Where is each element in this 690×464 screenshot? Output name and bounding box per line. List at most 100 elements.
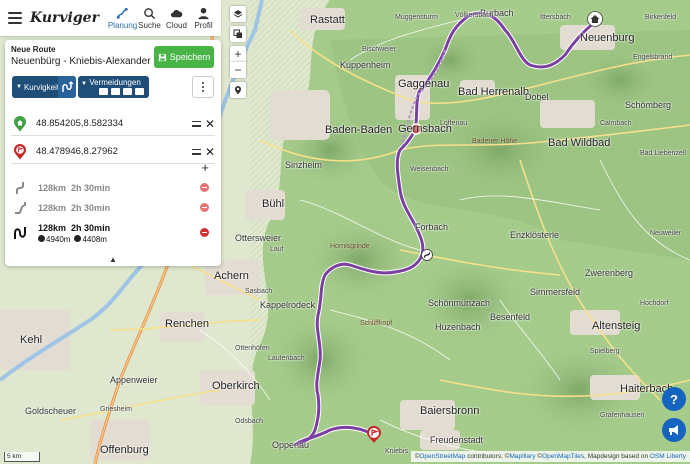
osm-liberty-link[interactable]: OSM Liberty [650, 453, 686, 460]
layers-icon [233, 10, 243, 18]
place-label: Simmersfeld [530, 287, 581, 297]
collapse-panel-chevron-up-icon[interactable]: ▲ [109, 255, 117, 264]
add-waypoint-button[interactable]: + [201, 160, 209, 175]
place-label: Lauf [270, 246, 284, 253]
place-label: Appenweier [110, 375, 158, 385]
map-controls: + − [230, 6, 246, 102]
place-label: Renchen [165, 318, 210, 330]
delete-route-icon[interactable] [200, 228, 209, 237]
place-label: Oppenau [272, 440, 310, 450]
route-distance: 128km [38, 222, 67, 233]
avoidances-dropdown[interactable]: ▼ Vermeidungen [78, 76, 149, 98]
curviness-dropdown[interactable]: ▼ Kurvigkeit [12, 76, 76, 98]
save-label: Speichern [169, 52, 211, 62]
nav-cloud[interactable]: Cloud [163, 7, 190, 30]
nav-label: Profil [194, 20, 213, 30]
curvy-segment-marker-icon[interactable] [421, 249, 433, 261]
search-icon [144, 7, 156, 19]
place-label: Loffenau [440, 120, 468, 127]
mapillary-link[interactable]: Mapillary [509, 453, 535, 460]
avoidances-label: Vermeidungen [89, 78, 141, 87]
remove-waypoint-icon[interactable]: ✕ [205, 118, 215, 130]
osm-link[interactable]: OpenStreetMap [419, 453, 465, 460]
copy-route-button[interactable] [230, 26, 246, 42]
curvy-road-icon [58, 76, 76, 98]
place-label: Rastatt [310, 14, 345, 26]
place-label: Oberkirch [212, 380, 260, 392]
caret-down-icon: ▼ [16, 84, 22, 90]
place-label: Hochdorf [640, 300, 669, 307]
place-label: Grafenhausen [600, 412, 645, 419]
place-label: Kniebis [385, 448, 408, 455]
place-label: Zwerenberg [585, 268, 634, 278]
route-name-input[interactable]: Neuenbürg - Kniebis-Alexanders... [11, 56, 151, 67]
route-distance: 128km [38, 183, 67, 193]
place-label: Engelsbrand [633, 54, 673, 61]
planning-icon [116, 7, 128, 19]
destination-flag-marker-icon[interactable] [366, 426, 382, 444]
place-label: Freudenstadt [430, 435, 484, 445]
route-alternative[interactable]: 128km 2h 30min [11, 198, 215, 218]
place-label: Kappelrodeck [260, 300, 316, 310]
place-label: Kehl [20, 334, 43, 346]
route-alternative-selected[interactable]: 128km 2h 30min 4940m 4408m [11, 218, 215, 248]
remove-waypoint-icon[interactable]: ✕ [205, 146, 215, 158]
place-label: Goldscheuer [25, 406, 77, 416]
profile-icon [198, 7, 209, 19]
locate-button[interactable] [230, 82, 246, 98]
drag-handle-icon[interactable] [192, 148, 201, 155]
place-label: Baiersbronn [420, 405, 480, 417]
curvy-route-icon [14, 227, 26, 239]
start-home-marker-icon[interactable] [587, 11, 603, 27]
place-label: Altensteig [592, 320, 641, 332]
route-ascent: 4940m [46, 234, 71, 244]
place-label: Schönmünzach [428, 298, 491, 308]
drag-handle-icon[interactable] [192, 120, 201, 127]
route-duration: 2h 30min [71, 222, 111, 233]
waypoint-coordinates[interactable]: 48.478946,8.27962 [36, 146, 192, 157]
feedback-button[interactable] [662, 418, 686, 442]
route-duration: 2h 30min [71, 203, 111, 213]
descent-icon [74, 234, 82, 242]
delete-route-icon[interactable] [200, 203, 209, 212]
place-label: Neuenburg [580, 32, 635, 44]
nav-label: Suche [138, 20, 161, 30]
toll-icon [99, 88, 108, 95]
unpaved-road-icon [135, 88, 144, 95]
hamburger-menu-icon[interactable] [8, 12, 22, 24]
help-button[interactable]: ? [662, 387, 686, 411]
nav-suche[interactable]: Suche [136, 7, 163, 30]
more-options-icon[interactable] [192, 76, 214, 98]
ferry-icon [111, 88, 120, 95]
nav-profil[interactable]: Profil [190, 7, 217, 30]
copy-icon [233, 29, 242, 38]
destination-pin-icon [14, 143, 26, 159]
road-alternative-icon [15, 202, 26, 214]
route-alternative[interactable]: 128km 2h 30min [11, 178, 215, 198]
place-label: Neuweiler [650, 230, 682, 237]
route-options-row: ▼ Kurvigkeit ▼ Vermeidungen [5, 76, 221, 108]
layers-button[interactable] [230, 6, 246, 22]
place-label: Dobel [525, 92, 549, 102]
openmaptiles-link[interactable]: OpenMapTiles [542, 453, 584, 460]
place-label: Odsbach [235, 418, 264, 425]
nav-label: Cloud [166, 20, 187, 30]
start-pin-icon [14, 115, 26, 131]
zoom-out-button[interactable]: − [230, 62, 246, 78]
waypoint-start[interactable]: 48.854205,8.582334 ✕ [11, 112, 215, 136]
place-label: Offenburg [100, 444, 149, 456]
tunnel-icon [123, 88, 132, 95]
save-button[interactable]: Speichern [154, 46, 214, 68]
caret-down-icon: ▼ [81, 81, 87, 87]
place-label: Birkenfeld [645, 14, 677, 21]
waypoint-destination[interactable]: 48.478946,8.27962 ✕ [11, 140, 215, 164]
waypoint-coordinates[interactable]: 48.854205,8.582334 [36, 118, 192, 129]
nav-planung[interactable]: Planung [108, 7, 137, 30]
map-scale-bar: 5 km [4, 452, 40, 462]
place-label: Sasbach [245, 288, 273, 295]
place-label: Schömberg [625, 100, 672, 110]
place-label: Bischweier [362, 46, 396, 53]
zoom-in-button[interactable]: + [230, 46, 246, 62]
floppy-disk-icon [158, 53, 166, 61]
delete-route-icon[interactable] [200, 183, 209, 192]
